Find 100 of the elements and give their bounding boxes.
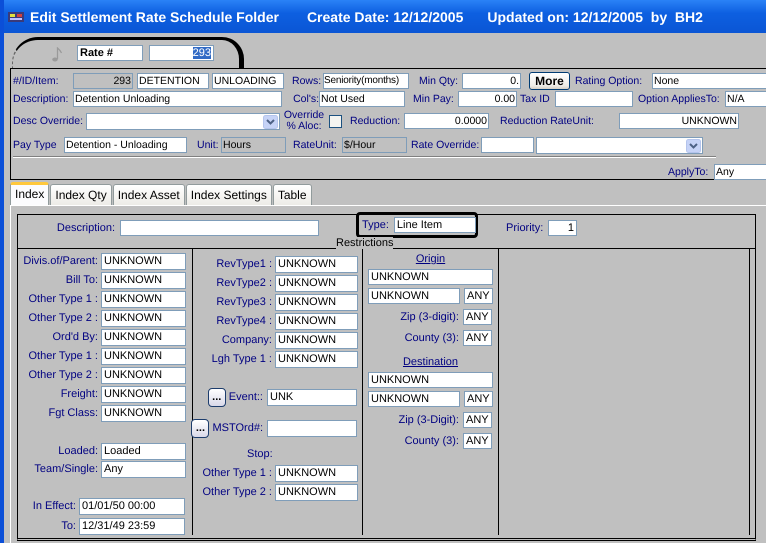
restriction-label: Other Type 2 : [27,369,98,382]
min-qty-field[interactable]: 0. [462,73,521,89]
zip-label: Zip (3-digit): [399,310,459,324]
restriction-label: Lgh Type 1 : [210,353,272,366]
area-field[interactable]: UNKNOWN [368,391,460,407]
option-applies-to-label: Option AppliesTo: [638,92,721,106]
restriction-label: Loaded: [57,445,98,458]
option-applies-to-field[interactable]: N/A [725,91,766,107]
description-label: Description: [13,92,70,106]
restriction-field[interactable]: UNKNOWN [275,332,358,349]
place-field[interactable]: UNKNOWN [368,269,493,285]
restriction-field[interactable]: UNKNOWN [101,291,186,308]
restriction-field[interactable]: UNKNOWN [101,367,186,384]
apply-to-field[interactable]: Any [714,164,766,180]
restriction-field[interactable]: UNKNOWN [101,329,186,346]
min-pay-field[interactable]: 0.00 [458,91,517,107]
type-field[interactable]: Line Item [394,217,476,233]
rating-option-field[interactable]: None [652,73,766,89]
rate-override-dropdown[interactable] [536,136,703,154]
lookup-button[interactable]: ... [191,418,210,438]
tax-id-label: Tax ID [520,92,551,106]
rate-label-field: Rate # [77,45,143,61]
number-field[interactable]: 293 [73,73,133,89]
zip-field[interactable]: ANY [463,412,492,428]
restriction-field[interactable]: UNKNOWN [101,405,186,422]
min-qty-label: Min Qty: [419,74,460,88]
pay-type-field[interactable]: Detention - Unloading [64,137,187,153]
restriction-field[interactable]: UNKNOWN [275,294,358,311]
tax-id-field[interactable] [555,91,633,107]
restriction-field[interactable]: UNKNOWN [275,465,358,482]
tab[interactable]: Table [272,184,312,205]
restriction-label: Other Type 1 : [27,350,98,363]
more-button[interactable]: More [529,72,570,90]
restriction-field[interactable]: 12/31/49 23:59 [79,518,185,535]
restriction-label: RevType1 : [215,258,272,271]
reduction-label: Reduction: [350,114,402,128]
county-field[interactable]: ANY [463,330,492,346]
restriction-label: Company: [220,334,272,347]
lookup-field[interactable]: UNK [267,388,357,406]
restriction-field[interactable]: 01/01/50 00:00 [79,498,185,515]
unit-field[interactable]: Hours [221,137,286,153]
tab[interactable]: Index [10,182,50,205]
tab[interactable]: Index Asset [112,184,185,205]
tab[interactable]: Index Qty [50,184,112,205]
item-field[interactable]: UNLOADING [212,73,284,89]
description-field[interactable] [120,220,319,236]
rating-option-label: Rating Option: [575,74,644,88]
area-code-field[interactable]: ANY [464,391,493,407]
desc-override-dropdown[interactable] [86,112,280,130]
restriction-field[interactable]: UNKNOWN [275,313,358,330]
restriction-field[interactable]: UNKNOWN [101,386,186,403]
reduction-rate-unit-label: Reduction RateUnit: [500,114,595,128]
lookup-label: MSTOrd#: [212,422,263,434]
override-aloc-checkbox[interactable] [329,114,342,128]
rate-number: 293 [192,47,211,59]
area-code-field[interactable]: ANY [464,288,493,304]
window-title: Edit Settlement Rate Schedule Folder [30,8,279,24]
rate-override-label: Rate Override: [411,138,479,152]
type-label: Type: [362,218,389,232]
restriction-field[interactable]: Any [101,461,186,478]
tab[interactable]: Index Settings [186,184,272,205]
min-pay-label: Min Pay: [413,92,455,106]
restriction-field[interactable]: UNKNOWN [101,253,186,270]
rate-unit-label: RateUnit: [293,138,338,152]
restriction-field[interactable]: Loaded [101,443,186,460]
description-field[interactable]: Detention Unloading [73,91,282,107]
updated-on: Updated on: 12/12/2005 by BH2 [487,8,703,24]
restriction-field[interactable]: UNKNOWN [101,310,186,327]
pay-type-label: Pay Type [13,138,58,152]
restriction-field[interactable]: UNKNOWN [101,348,186,365]
restriction-field[interactable]: UNKNOWN [275,351,358,368]
area-field[interactable]: UNKNOWN [368,288,460,304]
restriction-label: Other Type 2 : [201,486,272,499]
restriction-field[interactable]: UNKNOWN [275,256,358,273]
restriction-field[interactable]: UNKNOWN [275,275,358,292]
restriction-label: Ord'd By: [51,331,98,344]
rate-unit-field[interactable]: $/Hour [342,137,407,153]
stop-heading: Stop: [247,448,273,461]
rate-override-field[interactable] [481,137,534,153]
zip-field[interactable]: ANY [463,309,492,325]
rows-field[interactable]: Seniority(months) [323,73,409,89]
lookup-field[interactable] [267,420,357,436]
lookup-label: Event:: [228,390,263,404]
id-field[interactable]: DETENTION [137,73,209,89]
place-heading: Origin [416,253,446,265]
rate-number-field[interactable]: 293 [149,45,214,61]
reduction-field[interactable]: 0.0000 [404,113,489,129]
priority-field[interactable]: 1 [548,220,577,236]
restriction-field[interactable]: UNKNOWN [275,484,358,501]
place-field[interactable]: UNKNOWN [368,372,493,388]
county-field[interactable]: ANY [463,433,492,449]
description-label: Description: [56,222,115,234]
lookup-button[interactable]: ... [208,388,226,406]
apply-to-label: ApplyTo: [668,166,710,178]
cols-field[interactable]: Not Used [319,91,405,107]
reduction-rate-unit-field[interactable]: UNKNOWN [619,113,739,129]
override-aloc-label: Override % Aloc: [283,110,325,132]
restriction-field[interactable]: UNKNOWN [101,272,186,289]
restriction-label: Other Type 1 : [201,467,272,480]
restriction-label: RevType3 : [215,296,272,309]
